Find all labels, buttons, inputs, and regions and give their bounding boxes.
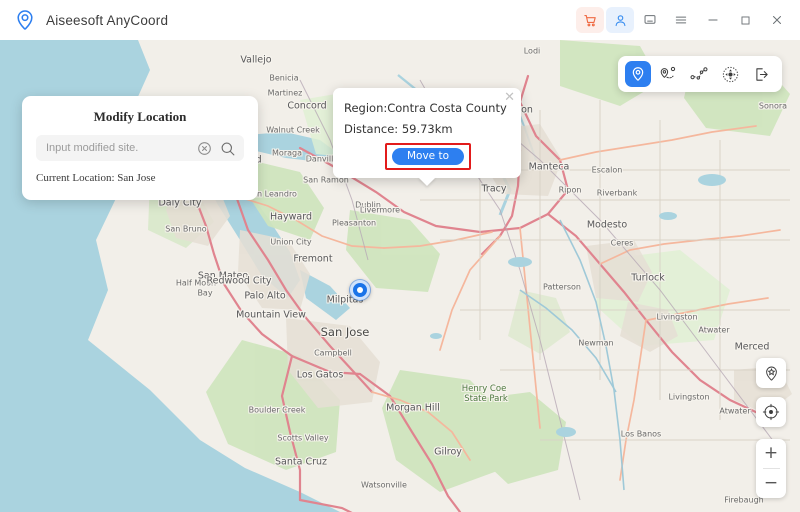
cart-icon[interactable] — [576, 7, 604, 33]
feedback-icon[interactable] — [636, 7, 664, 33]
mode-toolbar — [618, 56, 782, 92]
search-icon[interactable] — [219, 140, 236, 157]
locate-target-icon[interactable] — [756, 397, 786, 427]
location-pin-icon — [14, 9, 36, 31]
minimize-icon[interactable] — [698, 7, 728, 33]
menu-icon[interactable] — [666, 7, 696, 33]
close-icon[interactable] — [762, 7, 792, 33]
zoom-controls: + − — [756, 439, 786, 498]
one-stop-mode-button[interactable] — [654, 61, 682, 87]
current-location-label: Current Location: San Jose — [36, 172, 156, 184]
map-canvas[interactable]: San FranciscoDaly CitySan BrunoSan Mateo… — [0, 40, 800, 512]
account-icon[interactable] — [606, 7, 634, 33]
popup-region-label: Region:Contra Costa County — [344, 101, 507, 115]
current-location-marker[interactable] — [350, 280, 370, 300]
modify-location-panel: Modify Location Current Location: San J — [22, 96, 258, 200]
exit-button[interactable] — [747, 61, 775, 87]
favorites-pin-icon[interactable] — [756, 358, 786, 388]
app-brand: Aiseesoft AnyCoord — [0, 9, 168, 31]
multi-stop-mode-button[interactable] — [685, 61, 713, 87]
panel-title: Modify Location — [93, 109, 187, 124]
move-to-button[interactable]: Move to — [392, 148, 464, 165]
joystick-mode-button[interactable] — [716, 61, 744, 87]
popup-distance-label: Distance: 59.73km — [344, 122, 453, 136]
map-side-controls: + − — [756, 358, 786, 498]
move-to-highlight-box: Move to — [385, 143, 471, 170]
title-bar: Aiseesoft AnyCoord — [0, 0, 800, 40]
maximize-icon[interactable] — [730, 7, 760, 33]
app-window: Aiseesoft AnyCoord Daly City San Bruno S… — [0, 0, 800, 512]
app-title: Aiseesoft AnyCoord — [46, 12, 169, 28]
search-row — [36, 135, 244, 161]
window-controls — [576, 0, 800, 40]
clear-circle-icon[interactable] — [196, 140, 213, 157]
region-info-popup: ✕ Region:Contra Costa County Distance: 5… — [333, 88, 521, 178]
zoom-out-button[interactable]: − — [756, 469, 786, 498]
zoom-in-button[interactable]: + — [756, 439, 786, 468]
search-input[interactable] — [46, 142, 190, 154]
modify-location-mode-button[interactable] — [625, 61, 651, 87]
